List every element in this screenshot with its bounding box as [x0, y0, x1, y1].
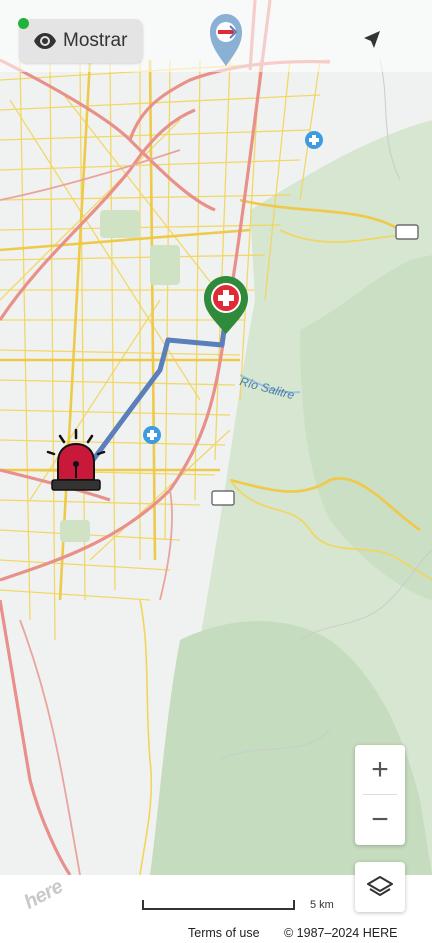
copyright-text: © 1987–2024 HERE [284, 926, 398, 940]
locate-arrow-icon[interactable] [360, 28, 384, 52]
hospital-poi-icon [305, 131, 323, 149]
zoom-in-button[interactable]: + [355, 745, 405, 795]
layers-button[interactable] [355, 862, 405, 912]
road-shield [211, 490, 235, 506]
scale-label: 5 km [310, 899, 334, 911]
status-indicator [18, 18, 29, 29]
terms-of-use-link[interactable]: Terms of use [188, 926, 260, 940]
navigation-pin-icon[interactable] [206, 10, 246, 68]
show-button-label: Mostrar [63, 30, 128, 51]
layers-icon [367, 876, 393, 896]
scale-bar [142, 900, 295, 910]
zoom-controls: + − [355, 745, 405, 845]
eye-icon [34, 33, 56, 49]
zoom-out-button[interactable]: − [355, 795, 405, 845]
show-button[interactable]: Mostrar [19, 19, 143, 63]
road-shield [395, 224, 419, 240]
hospital-poi-icon [143, 426, 161, 444]
